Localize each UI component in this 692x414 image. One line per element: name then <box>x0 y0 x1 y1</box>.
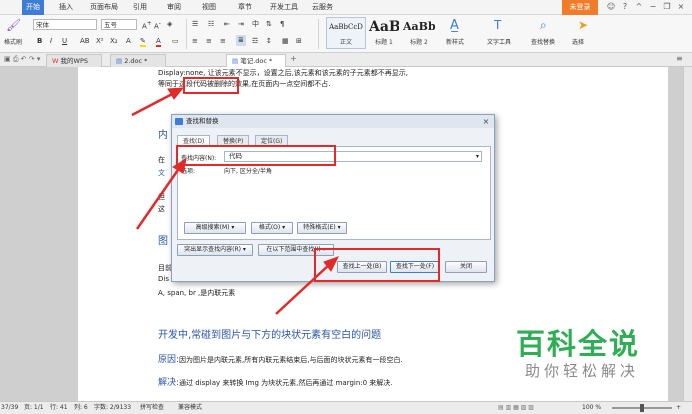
annotation-arrow-head <box>172 157 187 174</box>
watermark-title: 百科全说 <box>516 327 641 361</box>
zoom-in-icon[interactable]: + <box>676 402 681 414</box>
annotation-arrow <box>135 166 182 230</box>
status-word-count[interactable]: 字数: 2/9133 <box>94 402 131 414</box>
view-mode-icons[interactable]: ▤ ▥ ▦ ▧ ▨ <box>498 402 534 414</box>
status-col: 列: 6 <box>74 404 88 411</box>
annotation-arrow <box>275 263 331 315</box>
zoom-slider-thumb[interactable] <box>640 404 644 412</box>
status-zoom[interactable]: 100 % <box>582 402 601 414</box>
status-spell-check[interactable]: 拼写检查 <box>140 402 164 414</box>
watermark-subtitle: 助你轻松解决 <box>525 362 640 380</box>
status-bar: 37/39 页: 1/1 行: 41 列: 6 字数: 2/9133 拼写检查 … <box>0 401 692 414</box>
status-pages[interactable]: 页: 1/1 <box>24 402 44 414</box>
status-row: 行: 41 <box>50 404 68 411</box>
annotation-arrow-head <box>167 87 185 100</box>
annotation-arrow <box>131 90 177 117</box>
status-fragment: 37/39 <box>1 404 19 411</box>
status-compat-mode: 兼容模式 <box>178 404 203 411</box>
